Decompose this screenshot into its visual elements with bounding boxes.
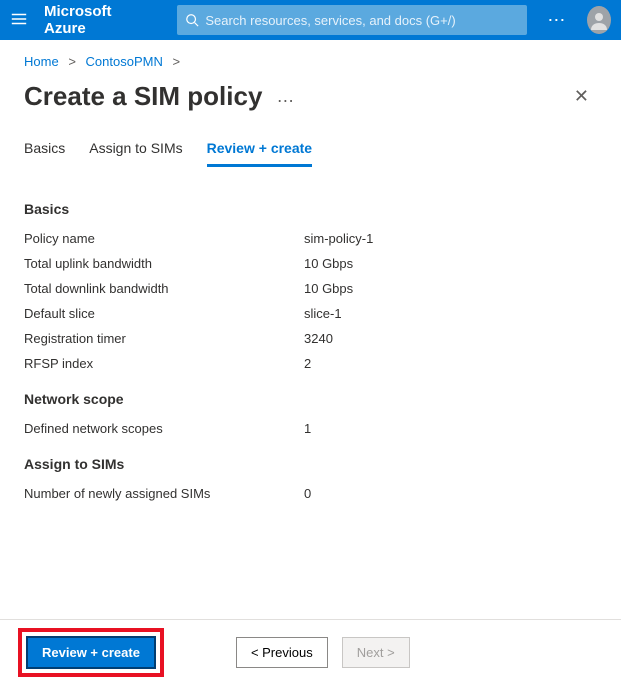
kv-label: Policy name [24, 231, 304, 246]
kv-value: sim-policy-1 [304, 231, 373, 246]
title-row: Create a SIM policy … ✕ [0, 75, 621, 112]
chevron-right-icon: > [68, 54, 76, 69]
kv-value: 2 [304, 356, 311, 371]
kv-row: Total uplink bandwidth 10 Gbps [24, 256, 597, 271]
hamburger-icon[interactable] [10, 10, 28, 31]
section-title-assign: Assign to SIMs [24, 456, 597, 472]
search-box[interactable] [177, 5, 527, 35]
more-icon[interactable]: ⋯ [547, 10, 567, 31]
chevron-right-icon: > [172, 54, 180, 69]
brand-label: Microsoft Azure [44, 3, 139, 37]
kv-label: Defined network scopes [24, 421, 304, 436]
section-title-network-scope: Network scope [24, 391, 597, 407]
kv-value: 10 Gbps [304, 281, 353, 296]
breadcrumb-home[interactable]: Home [24, 54, 59, 69]
kv-label: Number of newly assigned SIMs [24, 486, 304, 501]
tab-review-create[interactable]: Review + create [207, 140, 312, 167]
kv-value: 0 [304, 486, 311, 501]
review-create-button[interactable]: Review + create [26, 636, 156, 669]
kv-row: Registration timer 3240 [24, 331, 597, 346]
title-more-icon[interactable]: … [276, 86, 294, 107]
page-title: Create a SIM policy [24, 81, 262, 112]
next-button: Next > [342, 637, 410, 668]
kv-label: Total downlink bandwidth [24, 281, 304, 296]
breadcrumb-contosopmn[interactable]: ContosoPMN [86, 54, 163, 69]
kv-label: Registration timer [24, 331, 304, 346]
kv-label: Total uplink bandwidth [24, 256, 304, 271]
previous-button[interactable]: < Previous [236, 637, 328, 668]
tab-assign-to-sims[interactable]: Assign to SIMs [89, 140, 182, 167]
kv-row: Default slice slice-1 [24, 306, 597, 321]
kv-value: 10 Gbps [304, 256, 353, 271]
kv-row: Number of newly assigned SIMs 0 [24, 486, 597, 501]
section-title-basics: Basics [24, 201, 597, 217]
topbar: Microsoft Azure ⋯ [0, 0, 621, 40]
avatar[interactable] [587, 6, 611, 34]
kv-row: Policy name sim-policy-1 [24, 231, 597, 246]
highlight-box: Review + create [18, 628, 164, 677]
kv-value: 3240 [304, 331, 333, 346]
breadcrumb: Home > ContosoPMN > [0, 40, 621, 75]
kv-label: Default slice [24, 306, 304, 321]
review-content: Basics Policy name sim-policy-1 Total up… [0, 167, 621, 647]
kv-value: slice-1 [304, 306, 342, 321]
kv-row: Total downlink bandwidth 10 Gbps [24, 281, 597, 296]
tabs: Basics Assign to SIMs Review + create [0, 112, 621, 167]
close-icon[interactable]: ✕ [566, 82, 597, 111]
kv-value: 1 [304, 421, 311, 436]
kv-row: RFSP index 2 [24, 356, 597, 371]
footer: Review + create < Previous Next > [0, 619, 621, 685]
search-input[interactable] [205, 13, 519, 28]
search-icon [185, 13, 199, 27]
kv-label: RFSP index [24, 356, 304, 371]
tab-basics[interactable]: Basics [24, 140, 65, 167]
kv-row: Defined network scopes 1 [24, 421, 597, 436]
